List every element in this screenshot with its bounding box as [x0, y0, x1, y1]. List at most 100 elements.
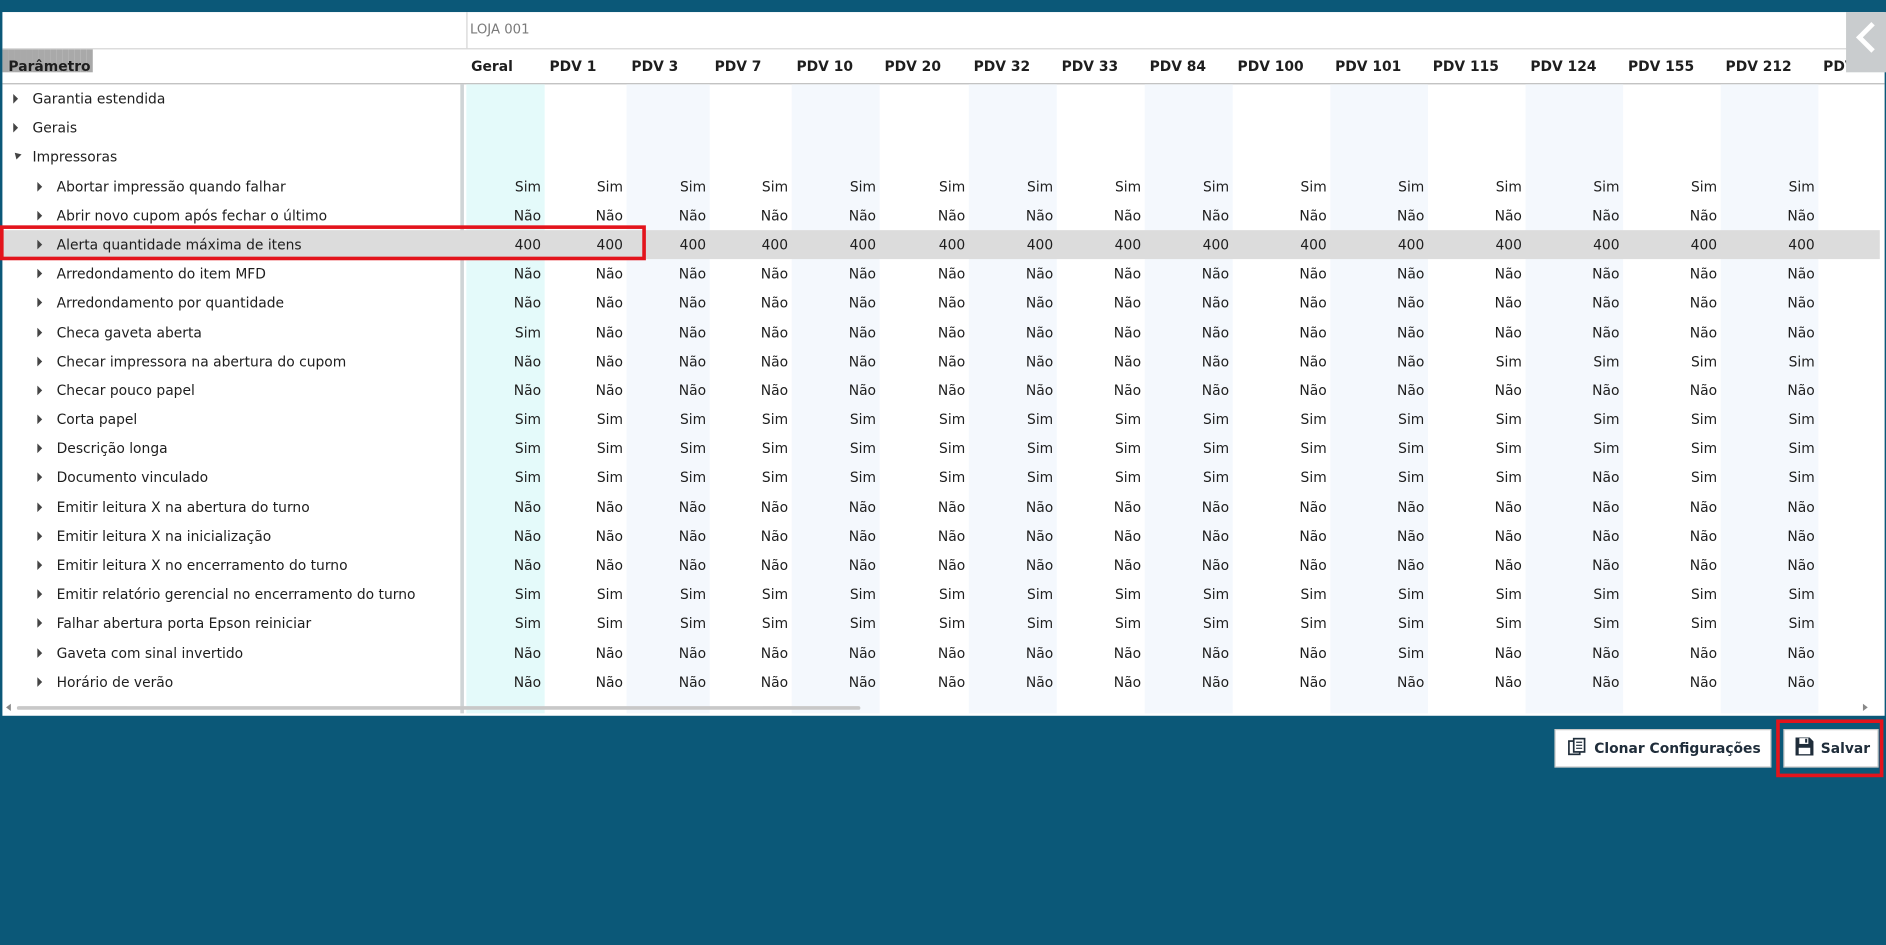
value-cell[interactable]: Não — [1721, 376, 1814, 405]
value-cell[interactable]: Não — [792, 259, 876, 288]
value-cell[interactable]: Não — [1526, 463, 1619, 492]
value-cell[interactable]: Não — [1233, 551, 1326, 580]
parameter-row[interactable]: Gaveta com sinal invertido Não Não Não Não Nã… — [2, 638, 1879, 667]
value-cell[interactable]: Não — [1623, 288, 1717, 317]
value-cell[interactable]: Sim — [1057, 580, 1141, 609]
column-header[interactable]: PDV 3 — [627, 49, 715, 83]
value-cell[interactable]: Sim — [1330, 609, 1424, 638]
value-cell[interactable]: Não — [710, 259, 788, 288]
value-cell[interactable]: Sim — [1330, 434, 1424, 463]
value-cell[interactable]: Não — [1145, 638, 1229, 667]
expand-icon[interactable] — [37, 210, 43, 221]
expand-icon[interactable] — [37, 589, 43, 600]
value-cell[interactable]: Não — [969, 288, 1053, 317]
value-cell[interactable]: Não — [710, 347, 788, 376]
value-cell[interactable]: Sim — [1428, 609, 1522, 638]
value-cell[interactable]: 400 — [1721, 230, 1814, 259]
value-cell[interactable]: Não — [1057, 288, 1141, 317]
value-cell[interactable]: Não — [545, 492, 623, 521]
value-cell[interactable]: Não — [1623, 667, 1717, 696]
value-cell[interactable]: Sim — [1145, 580, 1229, 609]
value-cell[interactable]: Sim — [1057, 463, 1141, 492]
value-cell[interactable]: Sim — [880, 405, 965, 434]
value-cell[interactable]: Não — [1721, 259, 1814, 288]
value-cell[interactable]: Não — [1526, 492, 1619, 521]
value-cell[interactable]: 400 — [969, 230, 1053, 259]
value-cell[interactable]: Sim — [545, 463, 623, 492]
value-cell[interactable]: Não — [1721, 288, 1814, 317]
parameter-row[interactable]: Arredondamento do item MFD Não Não Não Não Nã… — [2, 259, 1879, 288]
value-cell[interactable]: Não — [627, 347, 706, 376]
value-cell[interactable]: Não — [792, 318, 876, 347]
value-cell[interactable]: Sim — [466, 580, 541, 609]
value-cell[interactable]: Sim — [1145, 172, 1229, 201]
value-cell[interactable]: Sim — [1721, 463, 1815, 492]
value-cell[interactable]: Não — [969, 376, 1053, 405]
value-cell[interactable]: Não — [545, 638, 623, 667]
value-cell[interactable]: Sim — [466, 318, 541, 347]
value-cell[interactable]: Não — [710, 201, 788, 230]
group-row[interactable]: Impressoras — [2, 143, 1879, 172]
value-cell[interactable]: Não — [880, 376, 965, 405]
value-cell[interactable]: Sim — [880, 434, 965, 463]
value-cell[interactable]: Não — [1428, 551, 1522, 580]
horizontal-scrollbar[interactable] — [2, 701, 1879, 713]
value-cell[interactable]: Não — [880, 638, 965, 667]
value-cell[interactable]: Sim — [1233, 609, 1327, 638]
value-cell[interactable]: Sim — [969, 172, 1053, 201]
value-cell[interactable]: Sim — [1428, 172, 1522, 201]
value-cell[interactable]: Não — [1057, 667, 1141, 696]
value-cell[interactable]: Não — [627, 259, 706, 288]
value-cell[interactable]: Não — [1428, 318, 1522, 347]
value-cell[interactable]: 400 — [1057, 230, 1141, 259]
group-row[interactable]: Garantia estendida — [2, 84, 1879, 113]
parameter-row[interactable]: Corta papel Sim Sim Sim Sim Sim Sim Sim Sim Sim Si… — [2, 405, 1879, 434]
expand-icon[interactable] — [37, 268, 43, 279]
value-cell[interactable]: Sim — [1721, 609, 1815, 638]
value-cell[interactable]: Não — [545, 318, 623, 347]
value-cell[interactable]: Sim — [1428, 347, 1522, 376]
value-cell[interactable]: Não — [1057, 638, 1141, 667]
value-cell[interactable]: Não — [1428, 492, 1522, 521]
value-cell[interactable]: Não — [1057, 522, 1141, 551]
value-cell[interactable]: Não — [1057, 318, 1141, 347]
value-cell[interactable]: Não — [1233, 288, 1326, 317]
expand-icon[interactable] — [37, 560, 43, 570]
value-cell[interactable]: Sim — [627, 580, 706, 609]
value-cell[interactable]: Não — [1623, 638, 1717, 667]
value-cell[interactable]: Não — [880, 201, 965, 230]
value-cell[interactable]: Não — [1145, 492, 1229, 521]
value-cell[interactable]: Sim — [1428, 580, 1522, 609]
value-cell[interactable]: Não — [627, 376, 706, 405]
value-cell[interactable]: Não — [710, 667, 788, 696]
column-header[interactable]: PDV 1 — [545, 49, 632, 83]
value-cell[interactable]: Não — [1428, 522, 1522, 551]
value-cell[interactable]: Não — [1330, 318, 1424, 347]
value-cell[interactable]: Não — [1526, 288, 1619, 317]
column-header[interactable]: PDV 7 — [710, 49, 797, 83]
value-cell[interactable]: Não — [1623, 259, 1717, 288]
value-cell[interactable]: Não — [466, 288, 541, 317]
parameter-row[interactable]: Falhar abertura porta Epson reiniciar Sim… — [2, 609, 1879, 638]
parameter-row[interactable]: Descrição longa Sim Sim Sim Sim Sim Sim Sim Sim S… — [2, 434, 1879, 463]
value-cell[interactable]: Sim — [1330, 638, 1424, 667]
value-cell[interactable]: Sim — [1623, 172, 1717, 201]
value-cell[interactable]: Não — [1526, 259, 1619, 288]
value-cell[interactable]: Sim — [969, 609, 1053, 638]
value-cell[interactable]: Sim — [1428, 405, 1522, 434]
value-cell[interactable]: Não — [792, 347, 876, 376]
value-cell[interactable]: Não — [880, 347, 965, 376]
value-cell[interactable]: Não — [1330, 667, 1424, 696]
expand-icon[interactable] — [37, 327, 43, 337]
value-cell[interactable]: Sim — [792, 434, 876, 463]
expand-icon[interactable] — [13, 93, 19, 104]
value-cell[interactable]: Não — [1721, 492, 1814, 521]
value-cell[interactable]: Não — [880, 288, 965, 317]
column-header[interactable]: PDV 10 — [792, 49, 885, 83]
value-cell[interactable]: Não — [880, 259, 965, 288]
value-cell[interactable]: Não — [1526, 551, 1619, 580]
value-cell[interactable]: Não — [545, 347, 623, 376]
value-cell[interactable]: Não — [545, 259, 623, 288]
value-cell[interactable]: Não — [1330, 551, 1424, 580]
value-cell[interactable]: Não — [792, 201, 876, 230]
